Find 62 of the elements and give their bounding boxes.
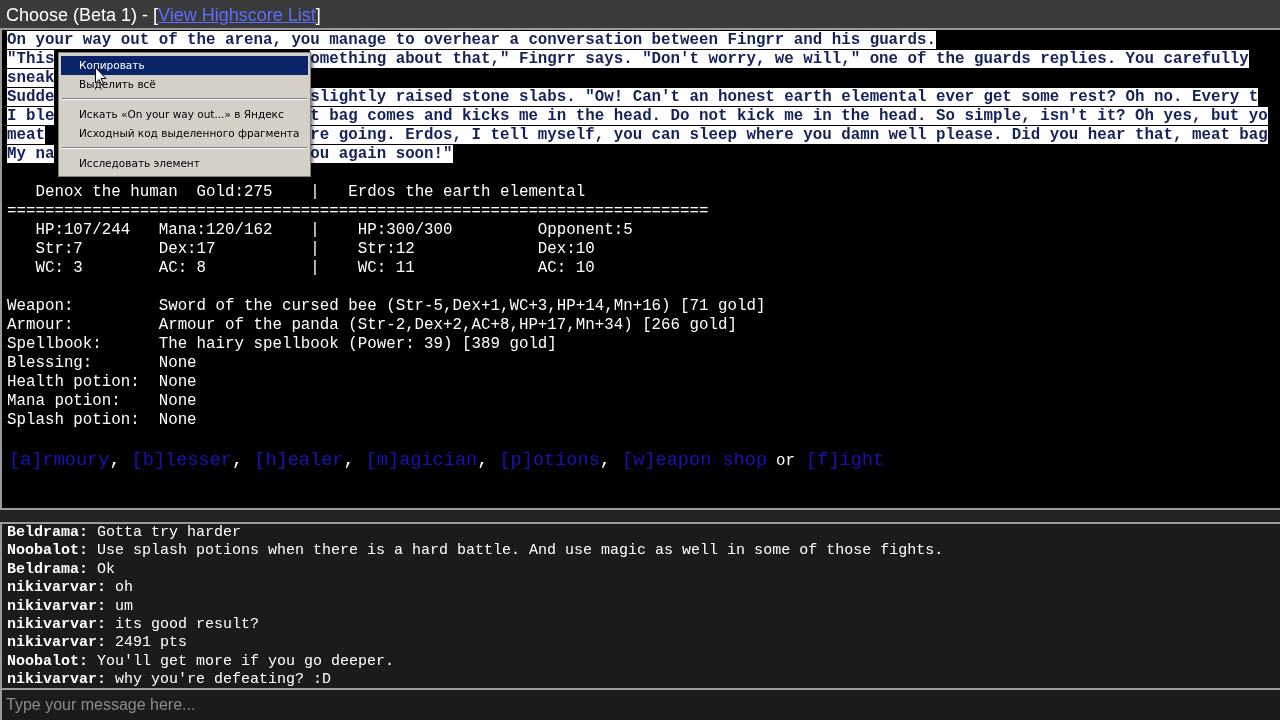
story-text: My na [7, 145, 55, 163]
stats-line: Str:7 Dex:17 | Str:12 Dex:10 [34, 240, 596, 259]
equipment-value: None [158, 411, 197, 430]
story-text: ou again soon!" [310, 145, 453, 163]
menu-item[interactable]: Выделить всё [61, 75, 308, 94]
story-text: re going. Erdos, I tell myself, you can sleep where you damn well please. Did you hear that, meat bag [310, 126, 1268, 144]
bracket-text: ] [315, 5, 321, 26]
separator-text: , [477, 449, 489, 473]
story-text: On your way out of the arena, you manage to overhear a conversation between Fingrr and his guards. [7, 31, 936, 49]
command-link[interactable]: [h]ealer [254, 449, 344, 473]
separator-text: , [343, 449, 355, 473]
equipment-label: Blessing: [7, 354, 94, 373]
menu-item[interactable]: Копировать [61, 56, 308, 75]
stats-line: ========================================================================== [7, 202, 710, 221]
command-link[interactable]: [w]eapon shop [622, 449, 768, 473]
chat-message: Noobalot: You'll get more if you go deeper. [7, 652, 396, 672]
stats-line: HP:107/244 Mana:120/162 | HP:300/300 Opponent:5 [34, 221, 634, 240]
story-text: "This [7, 50, 55, 68]
equipment-label: Weapon: [7, 297, 75, 316]
menu-item[interactable]: Искать «On your way out...» в Яндекс [61, 105, 308, 124]
command-link[interactable]: [p]otions [499, 449, 600, 473]
chat-message: nikivarvar: oh [7, 579, 135, 598]
command-link[interactable]: [m]agician [365, 449, 478, 473]
stats-line: WC: 3 AC: 8 | WC: 11 AC: 10 [34, 259, 596, 278]
separator-text: or [776, 451, 796, 472]
chat-message: nikivarvar: why you're defeating? :D [7, 671, 333, 688]
chat-message: Beldrama: Ok [7, 560, 117, 580]
equipment-value: None [158, 354, 197, 373]
equipment-label: Health potion: [7, 373, 141, 392]
equipment-value: None [158, 392, 197, 411]
separator-text: , [599, 449, 612, 473]
separator-text: , [109, 449, 121, 473]
story-text: omething about that," Fingrr says. "Don't worry, we will," one of the guards replies. You carefully [310, 50, 1249, 68]
story-text: sneak [7, 69, 55, 87]
chat-message: nikivarvar: um [7, 597, 135, 617]
command-link[interactable]: [f]ight [806, 449, 885, 473]
separator-text: , [232, 449, 244, 473]
stats-line: Denox the human Gold:275 | Erdos the earth elemental [34, 183, 587, 202]
window-title: Choose (Beta 1) - [ [6, 5, 159, 26]
message-input[interactable]: Type your message here... [0, 688, 1280, 720]
equipment-value: None [158, 373, 197, 392]
equipment-value: Armour of the panda (Str-2,Dex+2,AC+8,HP+17,Mn+34) [266 gold] [158, 316, 737, 335]
command-link[interactable]: [b]lesser [131, 449, 233, 473]
equipment-value: The hairy spellbook (Power: 39) [389 gold] [158, 335, 557, 354]
chat-message: Noobalot: Use splash potions when there is a hard battle. And use magic as well in some of those fights. [7, 542, 945, 561]
chat-message: nikivarvar: its good result? [7, 616, 261, 635]
chat-message: Beldrama: Gotta try harder [7, 524, 243, 543]
chat-message: nikivarvar: 2491 pts [7, 634, 189, 653]
story-text: slightly raised stone slabs. "Ow! Can't an honest earth elemental ever get some rest? Oh no. Every t [310, 88, 1259, 106]
story-text: Sudde [7, 88, 55, 106]
story-text: meat [7, 126, 45, 144]
highscore-link[interactable]: View Highscore List [158, 5, 316, 26]
command-link[interactable]: [a]rmoury [9, 449, 110, 473]
equipment-label: Spellbook: [7, 335, 103, 354]
story-text: I ble [7, 107, 55, 125]
equipment-label: Armour: [7, 316, 75, 335]
equipment-value: Sword of the cursed bee (Str-5,Dex+1,WC+3,HP+14,Mn+16) [71 gold] [158, 297, 766, 316]
menu-item[interactable]: Исходный код выделенного фрагмента [61, 124, 308, 143]
equipment-label: Splash potion: [7, 411, 141, 430]
menu-item[interactable]: Исследовать элемент [61, 154, 308, 173]
equipment-label: Mana potion: [7, 392, 122, 411]
story-text: t bag comes and kicks me in the head. Do not kick me in the head. So simple, isn't it? Oh yes, but yo [310, 107, 1268, 125]
